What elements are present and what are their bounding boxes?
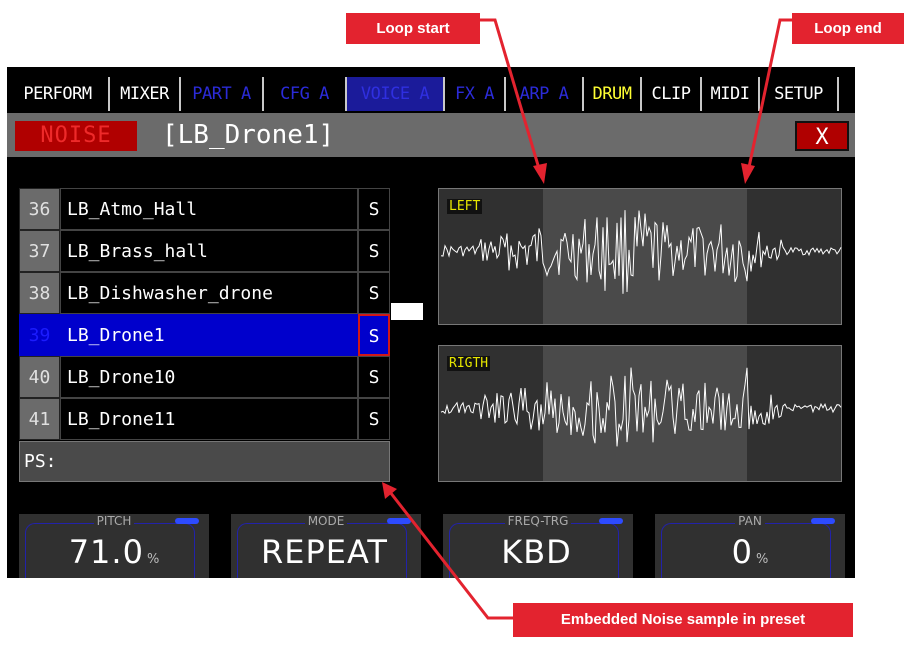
embedded-sample-arrow (388, 491, 513, 620)
loop-start-arrowhead (533, 163, 547, 184)
annotation-arrows (382, 18, 792, 620)
loop-start-arrow (480, 18, 542, 173)
loop-end-arrowhead (741, 163, 755, 184)
loop-end-arrow (746, 18, 792, 173)
